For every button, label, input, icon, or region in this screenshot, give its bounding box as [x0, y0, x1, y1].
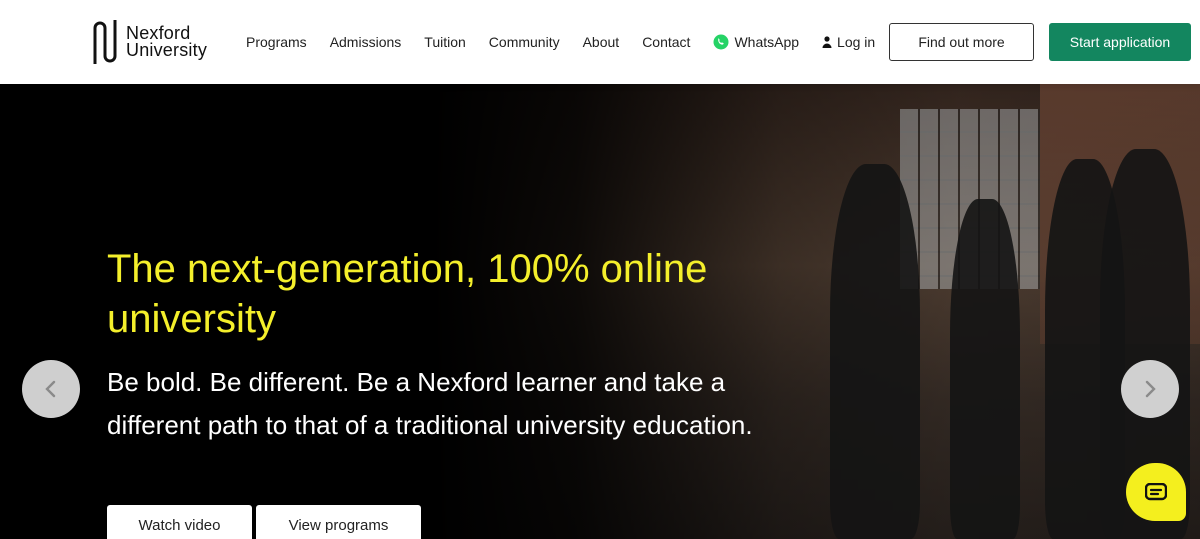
- whatsapp-icon: [713, 34, 729, 50]
- logo-line2: University: [126, 40, 208, 60]
- nexford-logo[interactable]: Nexford University: [92, 17, 207, 67]
- carousel-next-button[interactable]: [1121, 360, 1179, 418]
- main-nav: Programs Admissions Tuition Community Ab…: [246, 0, 898, 84]
- view-programs-button[interactable]: View programs: [256, 505, 421, 539]
- nexford-logo-icon: [93, 20, 117, 64]
- nav-contact[interactable]: Contact: [642, 34, 690, 50]
- start-application-button[interactable]: Start application: [1049, 23, 1191, 61]
- user-icon: [822, 36, 832, 48]
- hero-section: The next-generation, 100% online univers…: [0, 84, 1200, 539]
- hero-subtitle: Be bold. Be different. Be a Nexford lear…: [107, 367, 753, 440]
- chat-icon: [1145, 483, 1167, 501]
- chevron-left-icon: [45, 380, 56, 398]
- nav-whatsapp[interactable]: WhatsApp: [713, 34, 799, 50]
- nav-login-label: Log in: [837, 34, 876, 50]
- logo-text: Nexford University: [126, 24, 208, 60]
- nav-admissions[interactable]: Admissions: [330, 34, 402, 50]
- nav-whatsapp-label: WhatsApp: [734, 34, 800, 50]
- chevron-right-icon: [1145, 380, 1156, 398]
- nav-programs[interactable]: Programs: [246, 34, 307, 50]
- nav-login[interactable]: Log in: [822, 34, 875, 50]
- hero-title: The next-generation, 100% online univers…: [107, 247, 708, 341]
- chat-widget-button[interactable]: [1126, 463, 1186, 521]
- nav-tuition[interactable]: Tuition: [424, 34, 466, 50]
- carousel-prev-button[interactable]: [22, 360, 80, 418]
- site-header: Nexford University Programs Admissions T…: [0, 0, 1200, 84]
- nav-community[interactable]: Community: [489, 34, 560, 50]
- watch-video-button[interactable]: Watch video: [107, 505, 252, 539]
- find-out-more-button[interactable]: Find out more: [889, 23, 1034, 61]
- nav-about[interactable]: About: [583, 34, 620, 50]
